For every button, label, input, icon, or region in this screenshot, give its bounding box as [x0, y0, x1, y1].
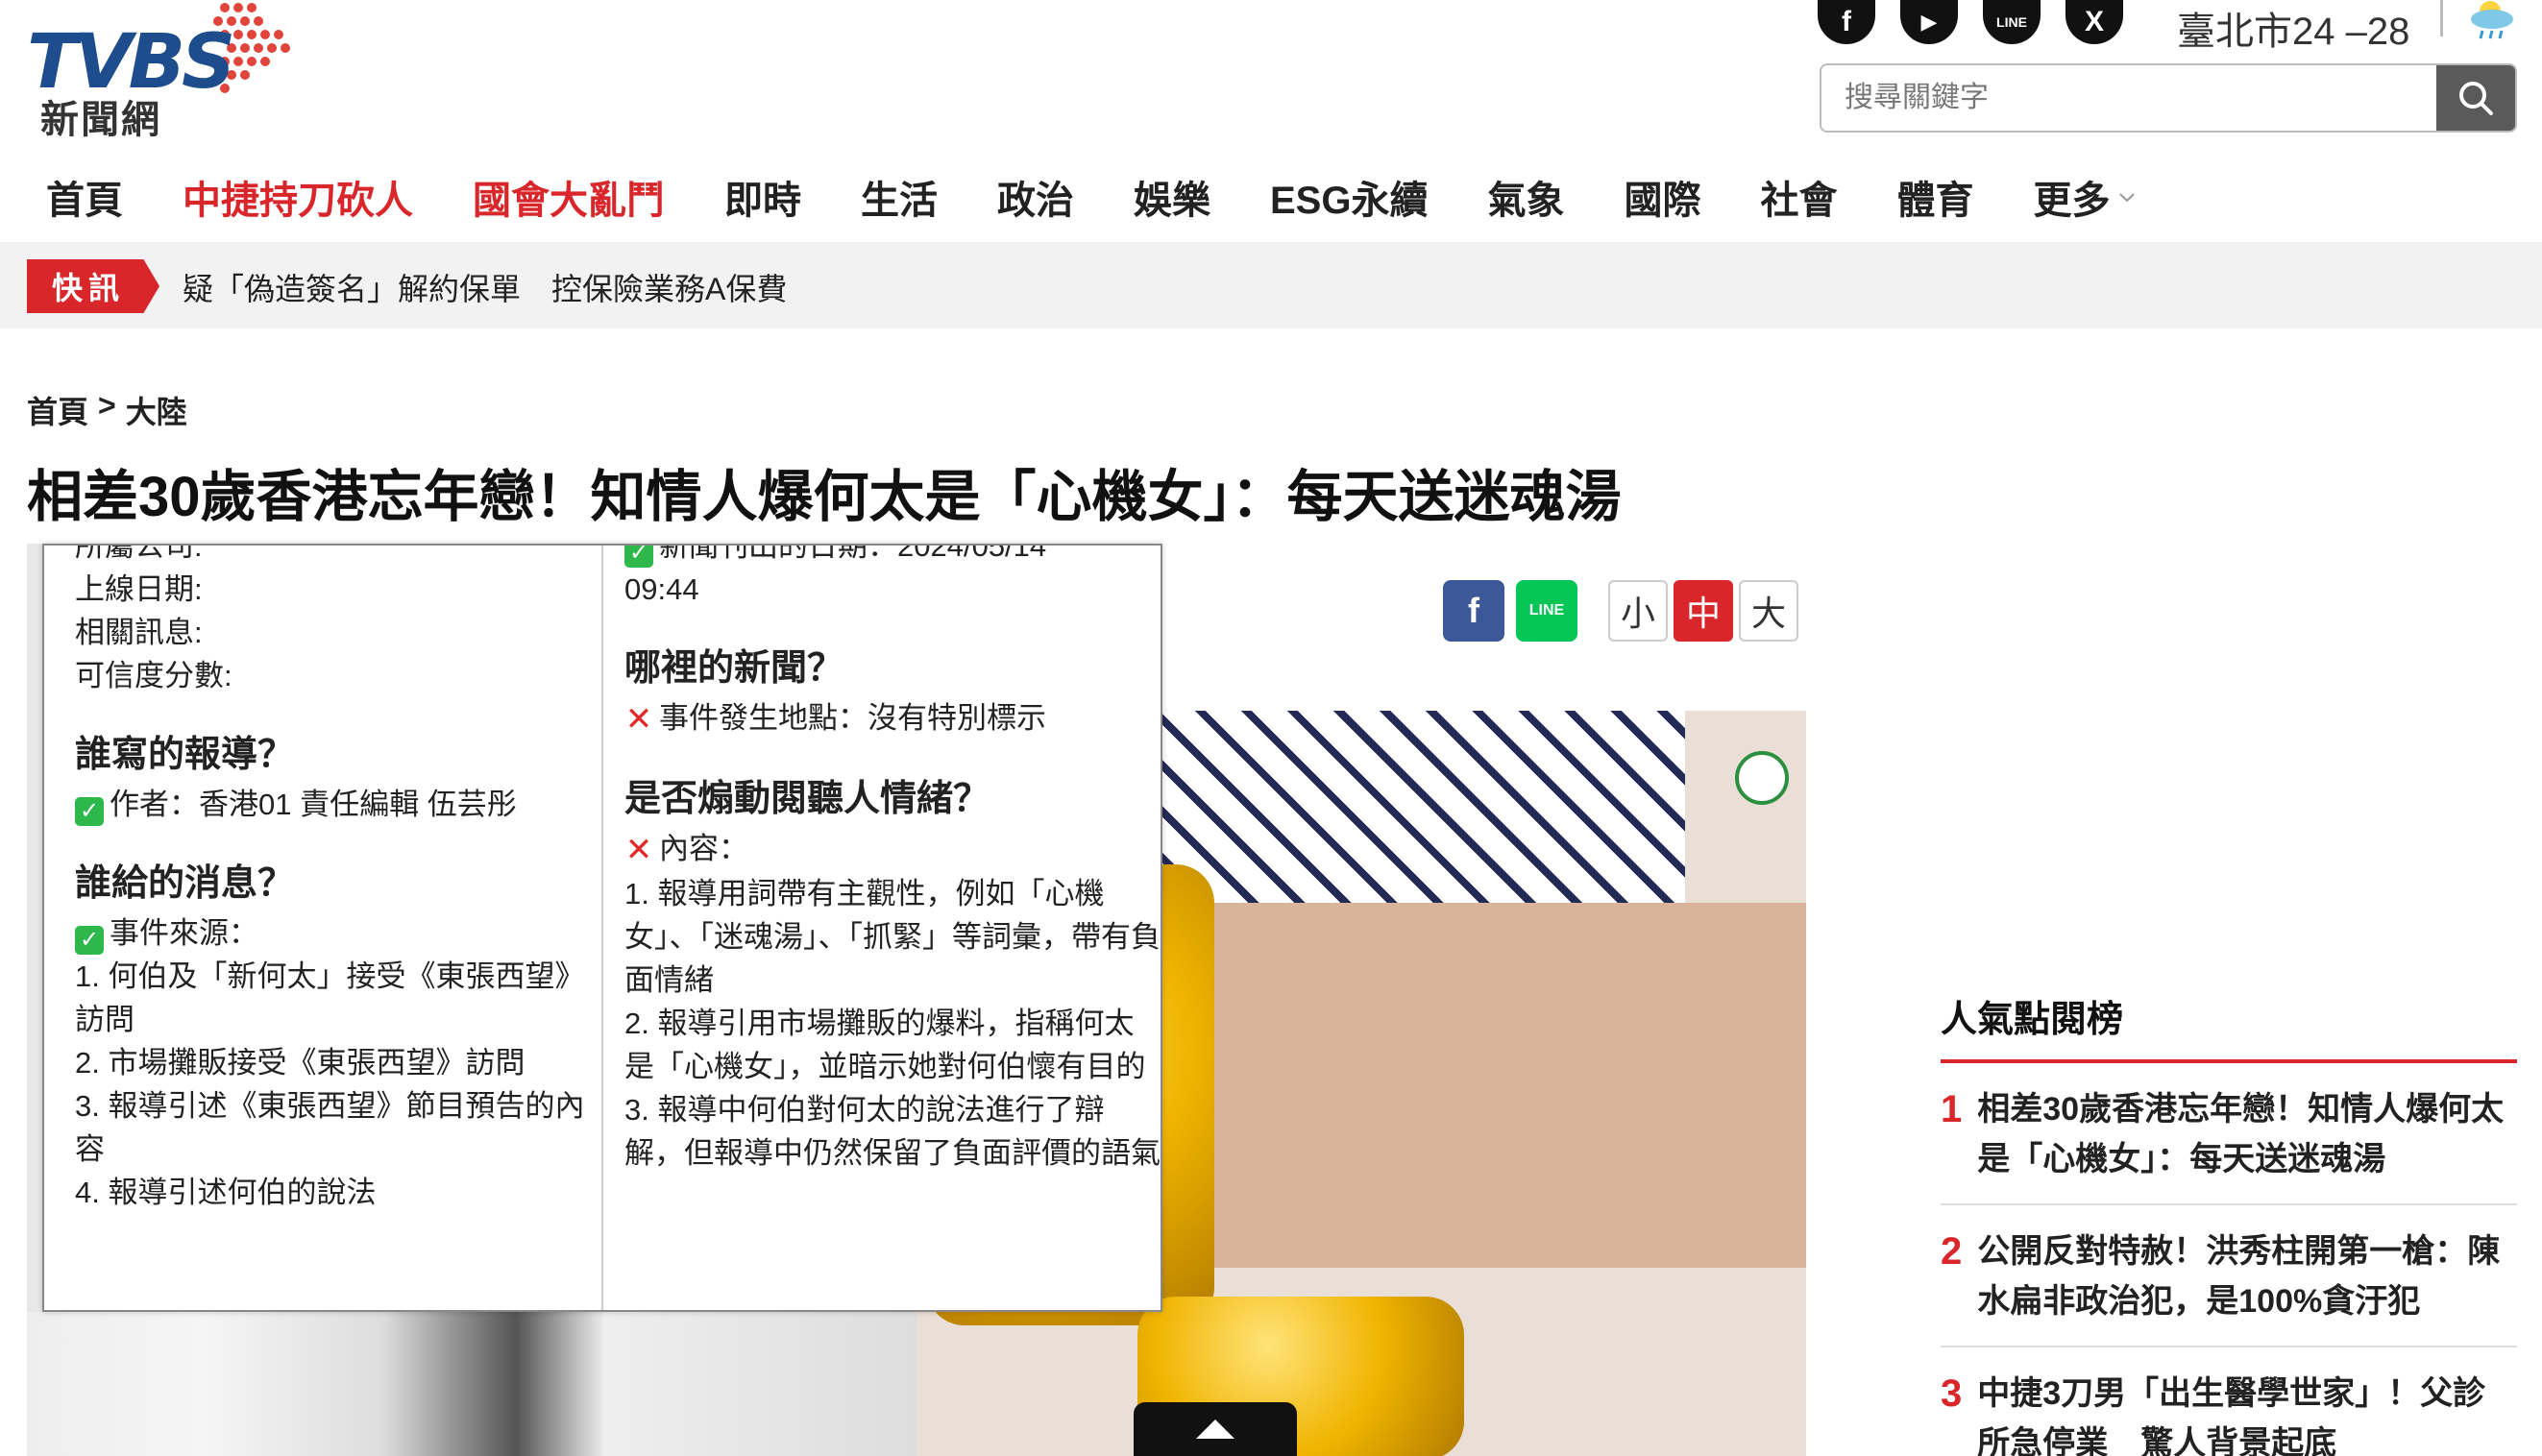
weather-temp[interactable]: 臺北市24 –28 — [2177, 0, 2409, 56]
youtube-icon[interactable]: ▶ — [1900, 0, 1958, 44]
flash-headline[interactable]: 疑「偽造簽名」解約保單 控保險業務A保費 — [183, 265, 787, 309]
nav-more-label: 更多 — [2033, 180, 2111, 222]
breadcrumb-separator: > — [98, 388, 116, 423]
article-title: 相差30歲香港忘年戀！知情人爆何太是「心機女」：每天送迷魂湯 — [27, 466, 1622, 528]
popular-item[interactable]: 1 相差30歲香港忘年戀！知情人爆何太是「心機女」：每天送迷魂湯 — [1941, 1063, 2517, 1205]
popular-rank: 1 — [1941, 1088, 1963, 1130]
weather-divider — [2440, 0, 2443, 36]
font-small-button[interactable]: 小 — [1608, 580, 1668, 642]
arrow-up-icon — [1196, 1420, 1234, 1439]
source-item: 1. 何伯及「新何太」接受《東張西望》訪問 — [75, 959, 585, 1036]
content-left-edge — [27, 544, 42, 1312]
image-people — [27, 1307, 917, 1456]
source-item: 4. 報導引述何伯的說法 — [75, 1176, 377, 1209]
nav-item-mrt-stabbing[interactable]: 中捷持刀砍人 — [183, 169, 413, 225]
source-item: 3. 報導引述《東張西望》節目預告的內容 — [75, 1089, 585, 1166]
share-toolbar: f LINE 小 中 大 — [1443, 580, 1798, 642]
where-row: ✕ 事件發生地點：沒有特別標示 — [624, 696, 1161, 741]
popular-rank: 3 — [1941, 1372, 1963, 1415]
source-label-row: ✓ 事件來源： — [75, 911, 594, 955]
logo-subtitle: 新聞網 — [40, 99, 161, 141]
analysis-point: 1. 報導用詞帶有主觀性，例如「心機女」、「迷魂湯」、「抓緊」等詞彙，帶有負面情… — [624, 877, 1161, 997]
author-row: ✓ 作者：香港01 責任編輯 伍芸彤 — [75, 783, 594, 826]
factcheck-panel[interactable]: 所屬公司: 上線日期: 相關訊息: 可信度分數: 誰寫的報導？ ✓ 作者：香港01… — [42, 544, 1162, 1312]
search-icon — [2459, 82, 2493, 115]
content-label: 內容： — [659, 832, 748, 865]
nav-item-congress-brawl[interactable]: 國會大亂鬥 — [473, 169, 665, 225]
factcheck-left-column: 所屬公司: 上線日期: 相關訊息: 可信度分數: 誰寫的報導？ ✓ 作者：香港01… — [75, 546, 594, 1214]
breadcrumb-home[interactable]: 首頁 — [27, 388, 88, 432]
nav-item-international[interactable]: 國際 — [1624, 169, 1700, 225]
credibility-score-field: 可信度分數: — [75, 659, 232, 692]
nav-item-home[interactable]: 首頁 — [46, 169, 123, 225]
check-icon: ✓ — [75, 797, 104, 826]
popular-headline[interactable]: 公開反對特赦！洪秀柱開第一槍：陳水扁非政治犯，是100%貪汙犯 — [1977, 1226, 2517, 1326]
related-info-field: 相關訊息: — [75, 616, 203, 649]
search-button[interactable] — [2436, 65, 2515, 131]
social-links: f ▶ LINE X — [1818, 0, 2123, 44]
cross-icon: ✕ — [624, 701, 653, 738]
analysis-point: 2. 報導引用市場攤販的爆料，指稱何太是「心機女」，並暗示她對何伯懷有目的 — [624, 1007, 1146, 1083]
popular-title: 人氣點閱榜 — [1941, 989, 2517, 1063]
company-field: 所屬公司: — [75, 544, 203, 563]
font-size-group: 小 中 大 — [1608, 580, 1798, 642]
collapse-panel-button[interactable] — [1134, 1402, 1297, 1456]
tv-station-logo-icon — [1735, 751, 1789, 805]
content-label-row: ✕ 內容： — [624, 827, 1161, 872]
line-icon[interactable]: LINE — [1983, 0, 2041, 44]
source-label: 事件來源： — [110, 916, 258, 950]
check-icon: ✓ — [624, 546, 653, 568]
who-wrote-heading: 誰寫的報導？ — [75, 735, 295, 775]
facebook-icon[interactable]: f — [1818, 0, 1875, 44]
nav-item-life[interactable]: 生活 — [861, 169, 938, 225]
publish-time: 09:44 — [624, 572, 699, 606]
where-heading: 哪裡的新聞？ — [624, 648, 844, 689]
nav-item-entertainment[interactable]: 娛樂 — [1134, 169, 1210, 225]
facebook-share-button[interactable]: f — [1443, 580, 1504, 642]
nav-item-sports[interactable]: 體育 — [1896, 169, 1973, 225]
nav-item-esg[interactable]: ESG永續 — [1270, 169, 1428, 225]
x-icon[interactable]: X — [2065, 0, 2123, 44]
popular-rank: 2 — [1941, 1230, 1963, 1273]
chevron-down-icon — [2119, 193, 2136, 203]
nav-item-more[interactable]: 更多 — [2033, 169, 2137, 225]
popular-list: 人氣點閱榜 1 相差30歲香港忘年戀！知情人爆何太是「心機女」：每天送迷魂湯 2… — [1941, 989, 2517, 1456]
breadcrumb-current[interactable]: 大陸 — [126, 388, 187, 432]
where-text: 事件發生地點：沒有特別標示 — [659, 701, 1046, 735]
nav-item-realtime[interactable]: 即時 — [724, 169, 801, 225]
publish-date-text: 新聞刊出的日期：2024/05/14 — [659, 544, 1047, 563]
popular-item[interactable]: 2 公開反對特赦！洪秀柱開第一槍：陳水扁非政治犯，是100%貪汙犯 — [1941, 1205, 2517, 1347]
incite-heading: 是否煽動閱聽人情緒？ — [624, 779, 990, 819]
nav-item-weather[interactable]: 氣象 — [1487, 169, 1564, 225]
search-input[interactable] — [1821, 65, 2436, 131]
tvbs-logo[interactable]: TVBS 新聞網 — [27, 0, 290, 141]
analysis-point: 3. 報導中何伯對何太的說法進行了辯解，但報導中仍然保留了負面評價的語氣 — [624, 1093, 1161, 1170]
main-nav: 首頁 中捷持刀砍人 國會大亂鬥 即時 生活 政治 娛樂 ESG永續 氣象 國際 … — [46, 163, 2196, 231]
weather-cloud-rain-icon[interactable] — [2465, 0, 2519, 40]
popular-headline[interactable]: 相差30歲香港忘年戀！知情人爆何太是「心機女」：每天送迷魂湯 — [1977, 1084, 2517, 1184]
flash-tag: 快訊 — [27, 259, 159, 313]
font-medium-button[interactable]: 中 — [1674, 580, 1733, 642]
online-date-field: 上線日期: — [75, 572, 203, 606]
breadcrumb: 首頁 > 大陸 — [27, 388, 187, 432]
publish-date-row: ✓ 新聞刊出的日期：2024/05/14 — [624, 544, 1161, 568]
line-share-button[interactable]: LINE — [1516, 580, 1577, 642]
font-large-button[interactable]: 大 — [1739, 580, 1798, 642]
search-bar — [1820, 63, 2517, 133]
nav-item-society[interactable]: 社會 — [1760, 169, 1837, 225]
factcheck-right-column: ✓ 新聞刊出的日期：2024/05/14 09:44 哪裡的新聞？ ✕ 事件發生地點… — [624, 544, 1161, 1175]
cross-icon: ✕ — [624, 832, 653, 868]
nav-item-politics[interactable]: 政治 — [997, 169, 1074, 225]
popular-headline[interactable]: 中捷3刀男「出生醫學世家」！父診所急停業 驚人背景起底 — [1977, 1369, 2517, 1456]
who-gave-heading: 誰給的消息？ — [75, 863, 295, 904]
popular-item[interactable]: 3 中捷3刀男「出生醫學世家」！父診所急停業 驚人背景起底 — [1941, 1347, 2517, 1456]
flash-news-bar: 快訊 疑「偽造簽名」解約保單 控保險業務A保費 — [0, 242, 2542, 328]
check-icon: ✓ — [75, 926, 104, 955]
author-text: 作者：香港01 責任編輯 伍芸彤 — [110, 788, 517, 821]
source-item: 2. 市場攤販接受《東張西望》訪問 — [75, 1046, 526, 1080]
panel-divider — [601, 546, 603, 1310]
